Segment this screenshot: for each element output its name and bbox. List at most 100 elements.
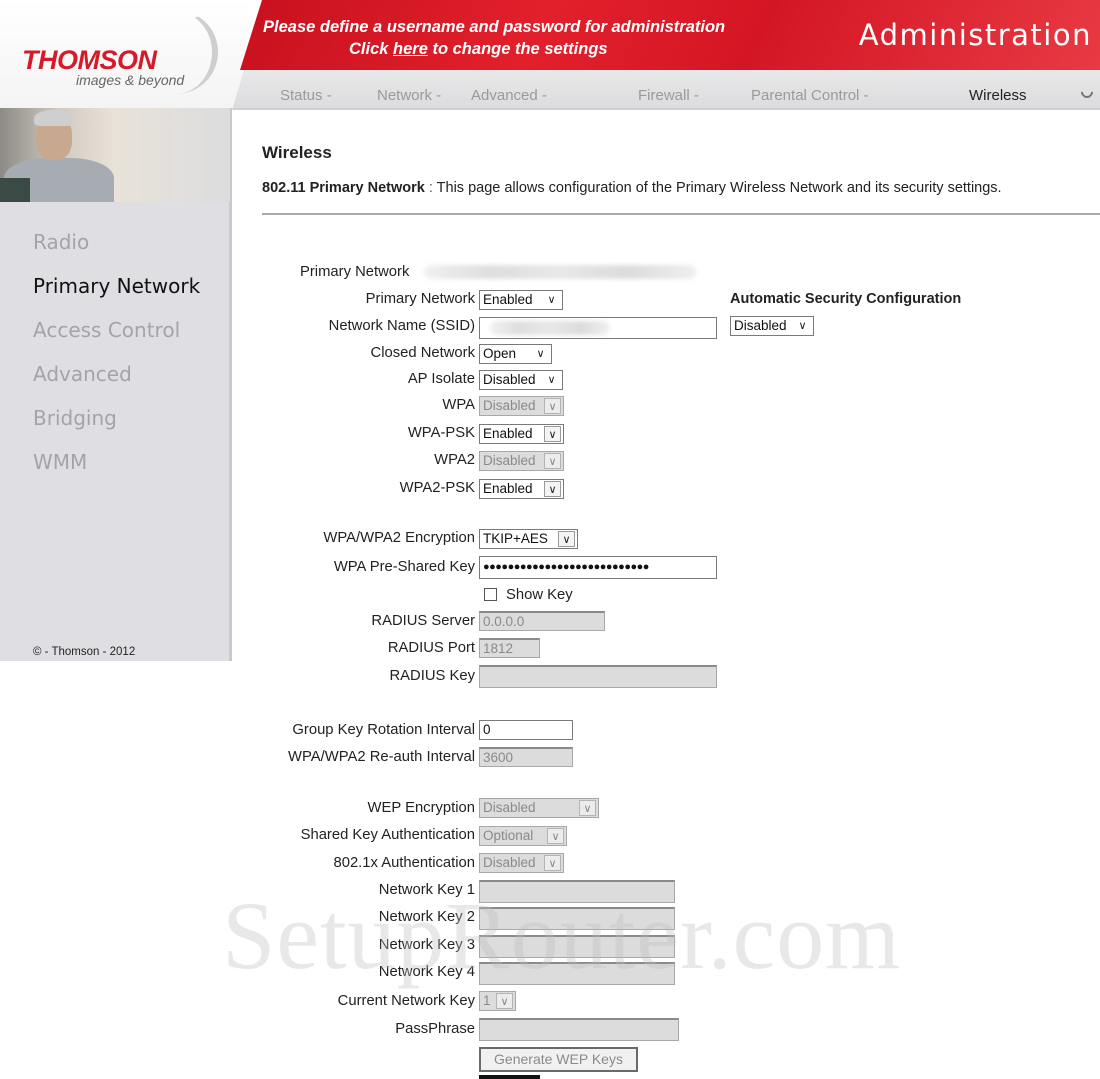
closed-network-label: Closed Network (370, 345, 475, 361)
generate-wep-keys-button[interactable]: Generate WEP Keys (479, 1047, 638, 1072)
wpa2-psk-label: WPA2-PSK (399, 480, 475, 496)
chevron-down-icon: ∨ (579, 800, 596, 816)
selected-value: Disabled (483, 398, 536, 413)
auto-security-select[interactable]: Disabled ∨ (730, 316, 814, 336)
selected-value: Disabled (734, 318, 787, 333)
network-key-2-input[interactable] (479, 907, 675, 930)
ap-isolate-select[interactable]: Disabled ∨ (479, 370, 563, 390)
radius-server-label: RADIUS Server (371, 613, 475, 629)
sidebar-item-primary-network[interactable]: Primary Network (33, 274, 200, 298)
selected-value: 1 (483, 993, 491, 1008)
menu-parental-control[interactable]: Parental Control - (751, 87, 869, 104)
dot1x-auth-select[interactable]: Disabled ∨ (479, 853, 564, 873)
section-title: Administration (858, 18, 1092, 52)
brand-tagline: images & beyond (76, 72, 185, 88)
network-key-3-label: Network Key 3 (378, 937, 475, 953)
radius-port-input[interactable]: 1812 (479, 638, 540, 658)
divider (262, 213, 1100, 215)
group-key-rotation-label: Group Key Rotation Interval (292, 722, 475, 738)
current-network-key-label: Current Network Key (337, 993, 475, 1009)
radius-port-label: RADIUS Port (387, 640, 475, 656)
shared-key-auth-label: Shared Key Authentication (300, 827, 475, 843)
selected-value: Enabled (483, 426, 533, 441)
chevron-down-icon: ∨ (536, 348, 545, 360)
group-key-rotation-input[interactable]: 0 (479, 720, 573, 740)
wpa2-label: WPA2 (434, 452, 475, 468)
sidebar-item-advanced[interactable]: Advanced (33, 362, 132, 386)
ssid-input[interactable] (479, 317, 717, 339)
sidebar-item-bridging[interactable]: Bridging (33, 406, 117, 430)
chevron-down-icon: ∨ (544, 855, 561, 871)
wep-encryption-label: WEP Encryption (367, 800, 475, 816)
network-key-2-label: Network Key 2 (378, 909, 475, 925)
selected-value: Disabled (483, 453, 536, 468)
reauth-interval-input[interactable]: 3600 (479, 747, 573, 767)
next-button-partial[interactable] (479, 1075, 540, 1079)
ap-isolate-label: AP Isolate (407, 371, 475, 387)
selected-value: Disabled (483, 855, 536, 870)
primary-network-info-label: Primary Network (300, 264, 410, 280)
page-title: Wireless (262, 143, 332, 162)
show-key-checkbox[interactable] (484, 588, 497, 601)
warning-text: to change the settings (427, 40, 608, 58)
photo-laptop (0, 178, 30, 202)
chevron-down-icon: ∨ (547, 828, 564, 844)
wpa-select[interactable]: Disabled ∨ (479, 396, 564, 416)
logo-area: THOMSON images & beyond (0, 0, 250, 108)
warning-line-1: Please define a username and password fo… (263, 18, 726, 36)
show-key-label: Show Key (506, 587, 573, 603)
menu-advanced[interactable]: Advanced - (471, 87, 547, 104)
encryption-select[interactable]: TKIP+AES ∨ (479, 529, 578, 549)
sidebar-item-access-control[interactable]: Access Control (33, 318, 180, 342)
wpa2-select[interactable]: Disabled ∨ (479, 451, 564, 471)
separator: : (424, 180, 437, 196)
photo-person-hair (34, 110, 74, 126)
wpa-label: WPA (442, 397, 475, 413)
menu-network[interactable]: Network - (377, 87, 441, 104)
network-key-1-label: Network Key 1 (378, 882, 475, 898)
radius-key-input[interactable] (479, 665, 717, 688)
wpa2-psk-select[interactable]: Enabled ∨ (479, 479, 564, 499)
menu-status[interactable]: Status - (280, 87, 332, 104)
sidebar-item-radio[interactable]: Radio (33, 230, 89, 254)
warning-line-2: Click here to change the settings (263, 38, 725, 60)
wpa-psk-label: WPA-PSK (407, 425, 475, 441)
sidebar-item-wmm[interactable]: WMM (33, 450, 87, 474)
chevron-down-icon: ∨ (558, 531, 575, 547)
page-description: 802.11 Primary Network : This page allow… (262, 180, 1002, 196)
chevron-down-icon: ∨ (798, 320, 807, 332)
wep-encryption-select[interactable]: Disabled ∨ (479, 798, 599, 818)
warning-text: Click (349, 40, 394, 58)
passphrase-input[interactable] (479, 1018, 679, 1041)
primary-network-info-value-redacted (424, 265, 696, 279)
passphrase-label: PassPhrase (395, 1021, 475, 1037)
network-key-4-label: Network Key 4 (378, 964, 475, 980)
closed-network-select[interactable]: Open ∨ (479, 344, 552, 364)
current-network-key-select[interactable]: 1 ∨ (479, 991, 516, 1011)
primary-network-select[interactable]: Enabled ∨ (479, 290, 563, 310)
wpa-psk-select[interactable]: Enabled ∨ (479, 424, 564, 444)
selected-value: Enabled (483, 292, 533, 307)
network-key-3-input[interactable] (479, 935, 675, 958)
auto-security-title: Automatic Security Configuration (730, 291, 962, 307)
chevron-down-icon: ∨ (547, 294, 556, 306)
psk-input[interactable]: ●●●●●●●●●●●●●●●●●●●●●●●●●●● (479, 556, 717, 579)
description-text: This page allows configuration of the Pr… (436, 180, 1002, 196)
menu-wireless[interactable]: Wireless (969, 87, 1027, 104)
sidebar-photo (0, 108, 230, 202)
radius-server-input[interactable]: 0.0.0.0 (479, 611, 605, 631)
network-key-1-input[interactable] (479, 880, 675, 903)
dot1x-auth-label: 802.1x Authentication (333, 855, 475, 871)
chevron-down-icon: ∨ (544, 453, 561, 469)
shared-key-auth-select[interactable]: Optional ∨ (479, 826, 567, 846)
change-settings-link[interactable]: here (393, 40, 428, 58)
selected-value: Enabled (483, 481, 533, 496)
chevron-down-icon: ∨ (496, 993, 513, 1009)
chevron-down-icon: ∨ (544, 398, 561, 414)
menu-firewall[interactable]: Firewall - (638, 87, 699, 104)
selected-value: Optional (483, 828, 534, 843)
copyright: © - Thomson - 2012 (33, 646, 136, 658)
selected-value: TKIP+AES (483, 531, 548, 546)
chevron-down-icon: ∨ (544, 426, 561, 442)
network-key-4-input[interactable] (479, 962, 675, 985)
